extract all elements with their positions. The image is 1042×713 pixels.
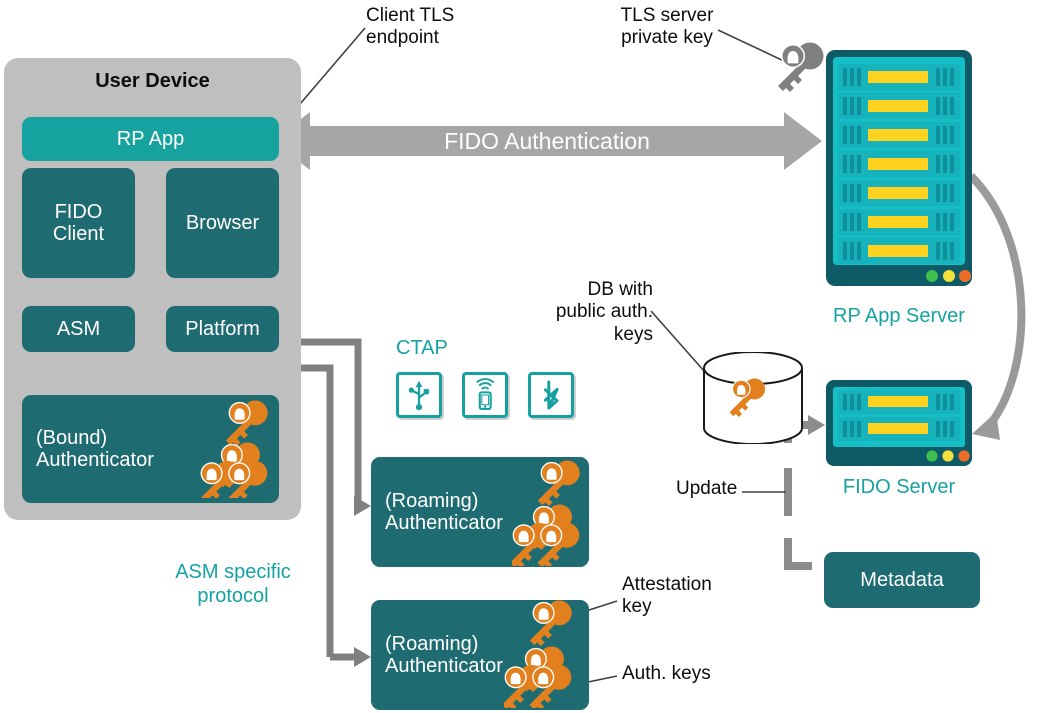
fido-authentication-label: FIDO Authentication <box>444 128 650 154</box>
user-device-title: User Device <box>95 70 210 92</box>
platform-box[interactable]: Platform <box>166 306 279 352</box>
tls-server-private-key-label: TLS server private key <box>620 5 714 49</box>
leader-client-tls <box>299 27 366 105</box>
fido-server-label: FIDO Server <box>842 476 956 498</box>
roaming-authenticator-one-box[interactable]: (Roaming) Authenticator <box>371 457 589 567</box>
platform-label: Platform <box>185 317 260 340</box>
attestation-key-label: Attestation key <box>622 574 712 618</box>
usb-icon[interactable] <box>396 372 442 418</box>
rp-app-label: RP App <box>116 127 185 150</box>
rp-app-server-icon[interactable] <box>824 48 974 288</box>
auth-keys-label: Auth. keys <box>622 663 711 684</box>
nfc-icon[interactable] <box>462 372 508 418</box>
asm-specific-protocol-label: ASM specific protocol <box>175 561 291 607</box>
tls-server-private-key-icon <box>772 38 828 96</box>
browser-box[interactable]: Browser <box>166 168 279 278</box>
roaming-authenticator-two-label: (Roaming) Authenticator <box>385 632 503 677</box>
fido-server-icon[interactable] <box>824 378 974 468</box>
update-dashed-connector <box>784 468 812 570</box>
bound-authenticator-label: (Bound) Authenticator <box>36 426 154 471</box>
ctap-label: CTAP <box>396 337 448 359</box>
asm-box[interactable]: ASM <box>22 306 135 352</box>
client-tls-endpoint-label: Client TLS endpoint <box>366 5 455 49</box>
db-public-auth-keys-label: DB with public auth. keys <box>555 279 653 345</box>
public-key-database <box>700 351 806 445</box>
roaming-authenticator-one-label: (Roaming) Authenticator <box>385 489 503 534</box>
fido-client-box[interactable]: FIDO Client <box>22 168 135 278</box>
rp-server-to-fido-server-curve <box>968 173 1026 440</box>
metadata-box[interactable]: Metadata <box>824 552 980 608</box>
browser-label: Browser <box>185 211 260 234</box>
roaming-authenticator-two-box[interactable]: (Roaming) Authenticator <box>371 600 589 710</box>
fido-client-label: FIDO Client <box>52 200 105 245</box>
asm-label: ASM <box>56 317 101 340</box>
bluetooth-icon[interactable] <box>528 372 574 418</box>
bound-authenticator-box[interactable]: (Bound) Authenticator <box>22 395 279 503</box>
update-label: Update <box>676 478 738 499</box>
diagram-canvas: User Device RP App FIDO Client Browser A… <box>0 0 1042 713</box>
metadata-label: Metadata <box>860 568 944 591</box>
rp-app-box[interactable]: RP App <box>22 117 279 161</box>
rp-app-server-label: RP App Server <box>833 305 965 327</box>
